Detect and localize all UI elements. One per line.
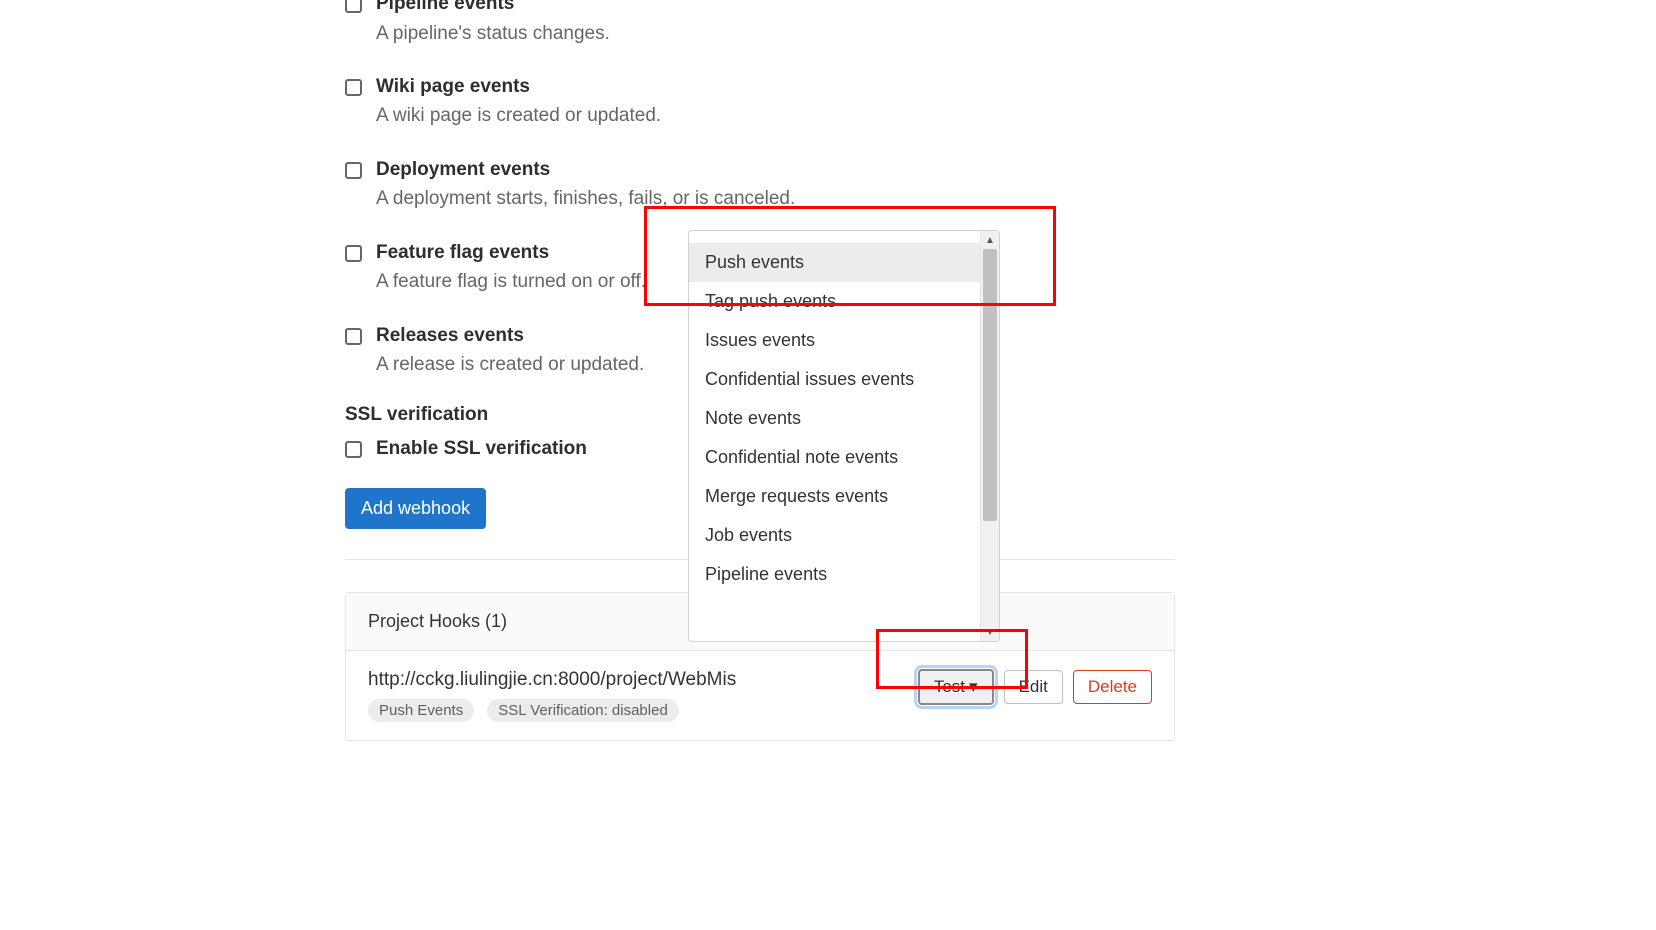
trigger-desc: A pipeline's status changes.	[376, 19, 1175, 49]
trigger-desc: A wiki page is created or updated.	[376, 101, 1175, 131]
trigger-pipeline-events: Pipeline events A pipeline's status chan…	[345, 0, 1175, 49]
dropdown-item-job-events[interactable]: Job events	[689, 516, 980, 555]
trigger-title: Deployment events	[376, 156, 1175, 185]
edit-button[interactable]: Edit	[1004, 670, 1063, 704]
dropdown-item-note-events[interactable]: Note events	[689, 399, 980, 438]
checkbox-feature-flag-events[interactable]	[345, 245, 362, 262]
badge-push-events: Push Events	[368, 699, 474, 722]
checkbox-releases-events[interactable]	[345, 328, 362, 345]
hook-badges: Push Events SSL Verification: disabled	[368, 699, 918, 722]
trigger-deployment-events: Deployment events A deployment starts, f…	[345, 156, 1175, 215]
test-dropdown-menu: Push events Tag push events Issues event…	[688, 230, 1000, 642]
chevron-down-icon: ▾	[969, 677, 978, 697]
scroll-thumb[interactable]	[983, 249, 997, 521]
dropdown-item-issues-events[interactable]: Issues events	[689, 321, 980, 360]
hook-row: http://cckg.liulingjie.cn:8000/project/W…	[346, 651, 1174, 740]
add-webhook-button[interactable]: Add webhook	[345, 488, 486, 529]
trigger-title: Pipeline events	[376, 0, 1175, 19]
dropdown-item-pipeline-events[interactable]: Pipeline events	[689, 555, 980, 594]
scroll-up-arrow-icon[interactable]: ▲	[981, 231, 999, 249]
delete-button[interactable]: Delete	[1073, 670, 1152, 704]
dropdown-scrollbar[interactable]: ▲ ▼	[980, 231, 999, 641]
checkbox-wiki-page-events[interactable]	[345, 79, 362, 96]
test-button[interactable]: Test▾	[918, 669, 994, 705]
trigger-wiki-page-events: Wiki page events A wiki page is created …	[345, 73, 1175, 132]
checkbox-deployment-events[interactable]	[345, 162, 362, 179]
trigger-desc: A deployment starts, finishes, fails, or…	[376, 184, 1175, 214]
hook-url: http://cckg.liulingjie.cn:8000/project/W…	[368, 669, 918, 691]
scroll-down-arrow-icon[interactable]: ▼	[981, 623, 999, 641]
dropdown-item-push-events[interactable]: Push events	[689, 243, 980, 282]
dropdown-item-confidential-note-events[interactable]: Confidential note events	[689, 438, 980, 477]
test-button-label: Test	[934, 677, 965, 697]
checkbox-pipeline-events[interactable]	[345, 0, 362, 13]
checkbox-enable-ssl[interactable]	[345, 441, 362, 458]
dropdown-item-confidential-issues-events[interactable]: Confidential issues events	[689, 360, 980, 399]
dropdown-item-tag-push-events[interactable]: Tag push events	[689, 282, 980, 321]
trigger-title: Wiki page events	[376, 73, 1175, 102]
badge-ssl-disabled: SSL Verification: disabled	[487, 699, 679, 722]
dropdown-item-merge-requests-events[interactable]: Merge requests events	[689, 477, 980, 516]
ssl-checkbox-label: Enable SSL verification	[376, 438, 587, 460]
